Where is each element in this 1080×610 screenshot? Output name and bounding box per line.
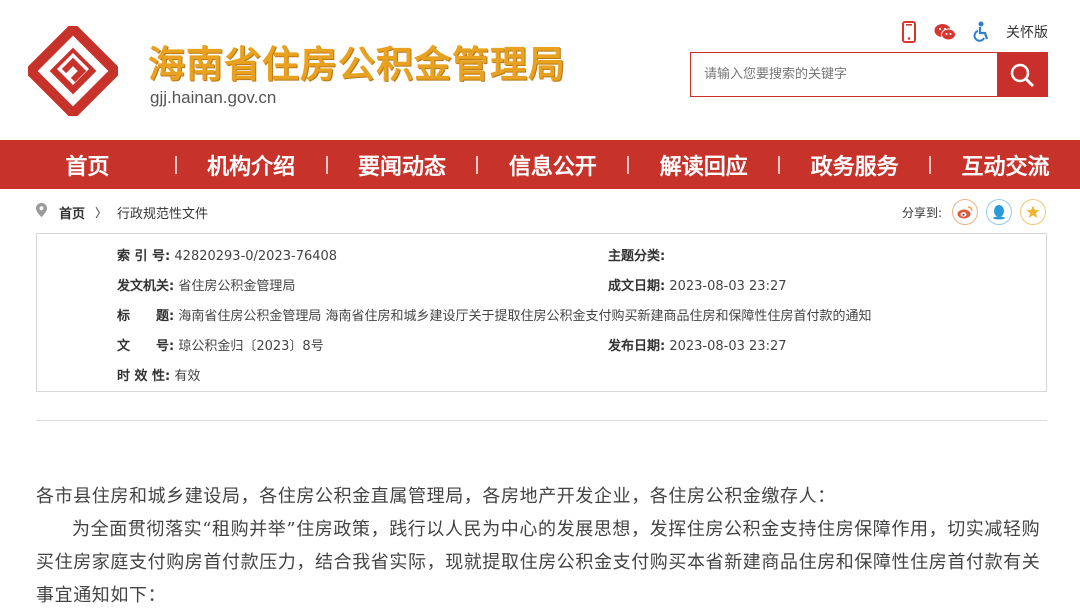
meta-topic: 主题分类: xyxy=(608,245,665,264)
meta-index: 索 引 号: 42820293-0/2023-76408 xyxy=(117,245,337,264)
site-domain: gjj.hainan.gov.cn xyxy=(150,88,277,107)
meta-title-value: 海南省住房公积金管理局 海南省住房和城乡建设厅关于提取住房公积金支付购买新建商品… xyxy=(178,309,872,324)
meta-validity: 时 效 性: 有效 xyxy=(117,365,200,384)
article-paragraph: 为全面贯彻落实“租购并举”住房政策，践行以人民为中心的发展思想，发挥住房公积金支… xyxy=(36,519,1041,606)
wechat-icon[interactable] xyxy=(934,20,956,44)
meta-docno-key: 文 号: xyxy=(117,339,175,354)
header-tools: 关怀版 xyxy=(898,20,1048,44)
meta-index-value: 42820293-0/2023-76408 xyxy=(174,249,338,264)
meta-topic-key: 主题分类: xyxy=(608,249,666,264)
meta-index-key: 索 引 号: xyxy=(117,249,171,264)
document-meta-box: 索 引 号: 42820293-0/2023-76408 主题分类: 发文机关:… xyxy=(36,233,1047,392)
meta-docno-value: 琼公积金归〔2023〕8号 xyxy=(178,339,324,354)
meta-issuer: 发文机关: 省住房公积金管理局 xyxy=(117,275,295,294)
breadcrumb-arrow: 〉 xyxy=(95,205,108,220)
meta-issuer-key: 发文机关: xyxy=(117,279,175,294)
meta-created-key: 成文日期: xyxy=(608,279,666,294)
accessibility-icon[interactable] xyxy=(970,20,992,44)
meta-validity-key: 时 效 性: xyxy=(117,369,171,384)
search-button[interactable] xyxy=(997,53,1047,96)
meta-created: 成文日期: 2023-08-03 23:27 xyxy=(608,275,787,294)
site-logo-icon[interactable] xyxy=(28,26,118,116)
meta-docno: 文 号: 琼公积金归〔2023〕8号 xyxy=(117,335,324,354)
nav-item-news[interactable]: 要闻动态 xyxy=(328,149,477,181)
care-mode-link[interactable]: 关怀版 xyxy=(1006,22,1048,42)
meta-issuer-value: 省住房公积金管理局 xyxy=(178,279,296,294)
qzone-share-button[interactable] xyxy=(1020,199,1046,225)
nav-item-services[interactable]: 政务服务 xyxy=(780,149,929,181)
nav-item-interpretation[interactable]: 解读回应 xyxy=(629,149,778,181)
main-nav: 首页 机构介绍 要闻动态 信息公开 解读回应 政务服务 互动交流 xyxy=(0,140,1080,189)
search-input[interactable] xyxy=(691,53,997,96)
article-salutation: 各市县住房和城乡建设局，各住房公积金直属管理局，各房地产开发企业，各住房公积金缴… xyxy=(36,486,836,507)
meta-published-key: 发布日期: xyxy=(608,339,666,354)
location-pin-icon xyxy=(36,203,47,221)
meta-created-value: 2023-08-03 23:27 xyxy=(669,279,787,294)
star-icon xyxy=(1026,205,1040,218)
nav-item-about[interactable]: 机构介绍 xyxy=(177,149,326,181)
breadcrumb-home-link[interactable]: 首页 xyxy=(59,203,85,222)
share-bar: 分享到: xyxy=(902,198,1046,226)
meta-title-key: 标 题: xyxy=(117,309,175,324)
search-box xyxy=(690,52,1048,97)
nav-item-home[interactable]: 首页 xyxy=(0,149,175,181)
qq-share-button[interactable] xyxy=(986,199,1012,225)
meta-published-value: 2023-08-03 23:27 xyxy=(669,339,787,354)
weibo-icon xyxy=(957,206,973,219)
nav-item-interaction[interactable]: 互动交流 xyxy=(931,149,1080,181)
site-header: 海南省住房公积金管理局 gjj.hainan.gov.cn 关怀版 xyxy=(0,0,1080,140)
article-body: 各市县住房和城乡建设局，各住房公积金直属管理局，各房地产开发企业，各住房公积金缴… xyxy=(36,480,1048,610)
site-title[interactable]: 海南省住房公积金管理局 xyxy=(148,34,566,88)
breadcrumb: 首页 〉 行政规范性文件 分享到: xyxy=(36,198,1046,226)
meta-validity-value: 有效 xyxy=(174,369,201,384)
search-icon xyxy=(1010,63,1035,87)
breadcrumb-current[interactable]: 行政规范性文件 xyxy=(117,203,208,222)
content-divider xyxy=(36,420,1047,421)
meta-published: 发布日期: 2023-08-03 23:27 xyxy=(608,335,787,354)
meta-title: 标 题: 海南省住房公积金管理局 海南省住房和城乡建设厅关于提取住房公积金支付购… xyxy=(117,305,871,324)
qq-icon xyxy=(993,205,1005,220)
share-label: 分享到: xyxy=(901,205,942,220)
mobile-icon[interactable] xyxy=(898,20,920,44)
nav-item-disclosure[interactable]: 信息公开 xyxy=(478,149,627,181)
weibo-share-button[interactable] xyxy=(952,199,978,225)
